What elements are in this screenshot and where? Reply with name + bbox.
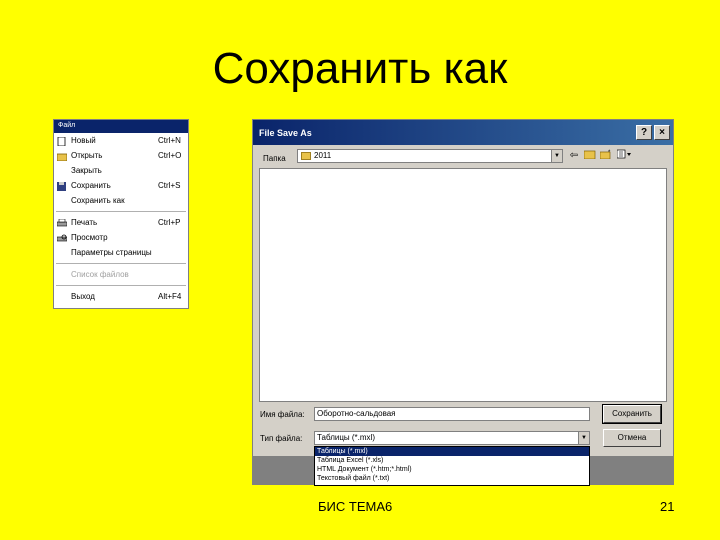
back-arrow-icon[interactable]: ⇦ (567, 149, 581, 163)
menu-item-label: Сохранить как (71, 196, 125, 205)
menu-separator (56, 263, 186, 264)
menu-shortcut: Ctrl+O (158, 151, 182, 160)
lookin-combo[interactable]: 2011 ▼ (297, 149, 563, 163)
chevron-down-icon[interactable]: ▼ (578, 432, 589, 444)
filetype-value: Таблицы (*.mxl) (317, 433, 375, 442)
file-list-area[interactable] (259, 168, 667, 402)
menu-item-close[interactable]: Закрыть (54, 163, 188, 178)
menu-item-label: Печать (71, 218, 98, 227)
menu-item-label: Список файлов (71, 270, 129, 279)
close-button[interactable]: × (654, 125, 670, 140)
menu-item-save[interactable]: Сохранить Ctrl+S (54, 178, 188, 193)
menu-item-print[interactable]: Печать Ctrl+P (54, 215, 188, 230)
menu-item-label: Закрыть (71, 166, 102, 175)
menu-shortcut: Alt+F4 (158, 292, 182, 301)
menu-shortcut: Ctrl+N (158, 136, 181, 145)
lookin-value: 2011 (314, 151, 332, 160)
file-menu: Файл Новый Ctrl+N Открыть Ctrl+O Закрыть… (53, 119, 189, 309)
filetype-option[interactable]: Таблицы (*.mxl) (315, 447, 589, 456)
chevron-down-icon[interactable]: ▼ (551, 150, 562, 162)
filetype-option[interactable]: Таблица Excel (*.xls) (315, 456, 589, 465)
new-folder-icon[interactable]: * (599, 149, 613, 163)
save-button[interactable]: Сохранить (602, 404, 662, 424)
lookin-label: Папка (263, 154, 286, 163)
save-as-dialog: File Save As ? × Папка 2011 ▼ ⇦ * Имя фа… (252, 119, 674, 486)
menu-item-label: Параметры страницы (71, 248, 152, 257)
menu-item-file-list: Список файлов (54, 267, 188, 282)
menu-shortcut: Ctrl+S (158, 181, 181, 190)
save-disk-icon (57, 181, 67, 191)
menu-item-exit[interactable]: Выход Alt+F4 (54, 289, 188, 304)
folder-icon (301, 152, 311, 160)
menu-item-label: Новый (71, 136, 96, 145)
menu-shortcut: Ctrl+P (158, 218, 181, 227)
help-button[interactable]: ? (636, 125, 652, 140)
filetype-dropdown-list[interactable]: Таблицы (*.mxl) Таблица Excel (*.xls) HT… (314, 446, 590, 486)
slide-title: Сохранить как (212, 44, 508, 93)
menu-item-label: Открыть (71, 151, 103, 160)
up-folder-icon[interactable] (583, 149, 597, 163)
filetype-option[interactable]: Текстовый файл (*.txt) (315, 474, 589, 483)
svg-text:*: * (608, 150, 611, 156)
filename-label: Имя файла: (260, 410, 305, 419)
filetype-option[interactable]: HTML Документ (*.htm;*.html) (315, 465, 589, 474)
menu-header[interactable]: Файл (54, 120, 188, 133)
menu-item-label: Просмотр (71, 233, 108, 242)
printer-icon (56, 218, 68, 227)
dialog-titlebar[interactable]: File Save As ? × (253, 120, 673, 145)
preview-icon (56, 233, 68, 242)
menu-item-save-as[interactable]: Сохранить как (54, 193, 188, 208)
slide-footer: БИС ТЕМА6 (318, 499, 393, 514)
view-menu-icon[interactable] (616, 149, 631, 163)
new-document-icon (57, 136, 67, 147)
filetype-label: Тип файла: (260, 434, 303, 443)
menu-item-label: Выход (71, 292, 95, 301)
menu-separator (56, 285, 186, 286)
menu-item-label: Сохранить (71, 181, 111, 190)
menu-item-new[interactable]: Новый Ctrl+N (54, 133, 188, 148)
cancel-button[interactable]: Отмена (603, 429, 661, 447)
menu-item-page-setup[interactable]: Параметры страницы (54, 245, 188, 260)
dialog-title: File Save As (259, 128, 312, 138)
open-folder-icon (56, 151, 68, 162)
menu-separator (56, 211, 186, 212)
filetype-select[interactable]: Таблицы (*.mxl) ▼ (314, 431, 590, 445)
menu-item-open[interactable]: Открыть Ctrl+O (54, 148, 188, 163)
filename-input[interactable]: Оборотно-сальдовая (314, 407, 590, 421)
page-number: 21 (660, 499, 675, 514)
menu-item-preview[interactable]: Просмотр (54, 230, 188, 245)
